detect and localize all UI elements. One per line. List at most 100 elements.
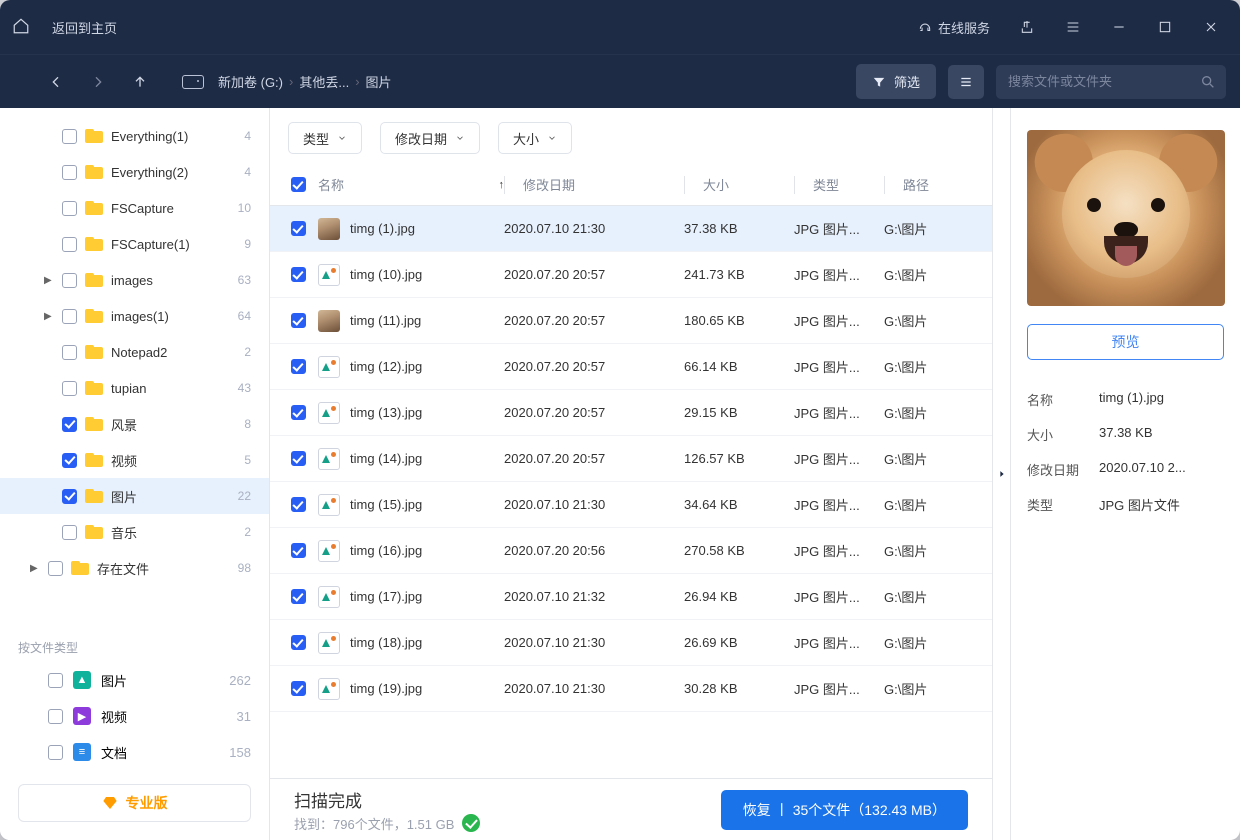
table-row[interactable]: timg (12).jpg2020.07.20 20:5766.14 KBJPG… [270,344,992,390]
tree-checkbox[interactable] [62,273,77,288]
type-checkbox[interactable] [48,745,63,760]
tree-checkbox[interactable] [62,417,77,432]
online-service-button[interactable]: 在线服务 [910,18,998,37]
nav-forward-button[interactable] [84,68,112,96]
row-checkbox[interactable] [291,267,306,282]
detail-value-size: 37.38 KB [1099,425,1224,444]
tree-checkbox[interactable] [62,453,77,468]
sidebar-item[interactable]: FSCapture10 [0,190,269,226]
tree-checkbox[interactable] [48,561,63,576]
expand-icon[interactable]: ▶ [44,275,58,286]
breadcrumb-item[interactable]: 其他丢... [299,72,349,91]
table-row[interactable]: timg (11).jpg2020.07.20 20:57180.65 KBJP… [270,298,992,344]
share-icon[interactable] [1010,0,1044,54]
breadcrumb-item[interactable]: 新加卷 (G:) [218,72,283,91]
tree-checkbox[interactable] [62,129,77,144]
pro-version-button[interactable]: 专业版 [18,784,251,822]
tree-checkbox[interactable] [62,525,77,540]
table-row[interactable]: timg (13).jpg2020.07.20 20:5729.15 KBJPG… [270,390,992,436]
minimize-button[interactable] [1102,0,1136,54]
menu-icon[interactable] [1056,0,1090,54]
close-button[interactable] [1194,0,1228,54]
row-checkbox[interactable] [291,451,306,466]
file-name: timg (10).jpg [350,267,422,282]
sidebar-item[interactable]: 风景8 [0,406,269,442]
type-checkbox[interactable] [48,673,63,688]
type-filter-doc[interactable]: ≡文档158 [0,734,269,770]
chip-type[interactable]: 类型 [288,122,362,154]
file-table[interactable]: 名称↑ 修改日期 大小 类型 路径 timg (1).jpg2020.07.10… [270,164,992,778]
view-list-button[interactable] [948,65,984,99]
tree-checkbox[interactable] [62,345,77,360]
sidebar-item[interactable]: FSCapture(1)9 [0,226,269,262]
row-checkbox[interactable] [291,405,306,420]
file-name: timg (13).jpg [350,405,422,420]
preview-collapse-handle[interactable] [992,108,1010,840]
row-checkbox[interactable] [291,313,306,328]
row-checkbox[interactable] [291,359,306,374]
filter-button[interactable]: 筛选 [856,64,936,99]
tree-checkbox[interactable] [62,489,77,504]
expand-icon[interactable]: ▶ [44,311,58,322]
folder-icon [85,309,103,323]
sidebar-item[interactable]: 音乐2 [0,514,269,550]
column-path[interactable]: 路径 [884,175,984,194]
table-row[interactable]: timg (17).jpg2020.07.10 21:3226.94 KBJPG… [270,574,992,620]
table-row[interactable]: timg (15).jpg2020.07.10 21:3034.64 KBJPG… [270,482,992,528]
table-row[interactable]: timg (19).jpg2020.07.10 21:3030.28 KBJPG… [270,666,992,712]
file-thumbnail [318,632,340,654]
row-checkbox[interactable] [291,589,306,604]
folder-icon [71,561,89,575]
titlebar: 返回到主页 在线服务 [0,0,1240,54]
sidebar-item[interactable]: ▶存在文件98 [0,550,269,586]
search-box[interactable] [996,65,1226,99]
table-row[interactable]: timg (1).jpg2020.07.10 21:3037.38 KBJPG … [270,206,992,252]
row-checkbox[interactable] [291,543,306,558]
preview-button[interactable]: 预览 [1027,324,1224,360]
tree-checkbox[interactable] [62,201,77,216]
table-row[interactable]: timg (16).jpg2020.07.20 20:56270.58 KBJP… [270,528,992,574]
back-to-home-button[interactable]: 返回到主页 [42,12,127,43]
row-checkbox[interactable] [291,681,306,696]
sidebar-item[interactable]: Everything(1)4 [0,118,269,154]
sidebar-item[interactable]: Everything(2)4 [0,154,269,190]
column-size[interactable]: 大小 [684,175,794,194]
row-checkbox[interactable] [291,635,306,650]
sidebar-item[interactable]: 图片22 [0,478,269,514]
nav-back-button[interactable] [42,68,70,96]
type-filter-vid[interactable]: ▶视频31 [0,698,269,734]
select-all-checkbox[interactable] [291,177,306,192]
row-checkbox[interactable] [291,497,306,512]
sidebar-item[interactable]: ▶images63 [0,262,269,298]
column-date[interactable]: 修改日期 [504,175,684,194]
chip-date[interactable]: 修改日期 [380,122,480,154]
file-size: 29.15 KB [684,405,794,420]
sidebar-item[interactable]: 视频5 [0,442,269,478]
file-size: 26.69 KB [684,635,794,650]
breadcrumb-item[interactable]: 图片 [366,72,392,91]
table-row[interactable]: timg (10).jpg2020.07.20 20:57241.73 KBJP… [270,252,992,298]
tree-checkbox[interactable] [62,309,77,324]
sidebar-item[interactable]: Notepad22 [0,334,269,370]
search-input[interactable] [1006,73,1192,90]
recover-button[interactable]: 恢复丨35个文件（132.43 MB） [721,790,968,830]
expand-icon[interactable]: ▶ [30,563,44,574]
app-window: 返回到主页 在线服务 新加卷 (G:)› 其他丢...› 图片 筛选 [0,0,1240,840]
tree-checkbox[interactable] [62,237,77,252]
table-row[interactable]: timg (18).jpg2020.07.10 21:3026.69 KBJPG… [270,620,992,666]
column-name[interactable]: 名称↑ [318,175,504,194]
table-row[interactable]: timg (14).jpg2020.07.20 20:57126.57 KBJP… [270,436,992,482]
row-checkbox[interactable] [291,221,306,236]
maximize-button[interactable] [1148,0,1182,54]
folder-icon [85,129,103,143]
tree-checkbox[interactable] [62,381,77,396]
type-filter-img[interactable]: ▲图片262 [0,662,269,698]
file-path: G:\图片 [884,357,984,376]
type-checkbox[interactable] [48,709,63,724]
sidebar-item[interactable]: ▶images(1)64 [0,298,269,334]
tree-checkbox[interactable] [62,165,77,180]
chip-size[interactable]: 大小 [498,122,572,154]
sidebar-item[interactable]: tupian43 [0,370,269,406]
column-type[interactable]: 类型 [794,175,884,194]
nav-up-button[interactable] [126,68,154,96]
